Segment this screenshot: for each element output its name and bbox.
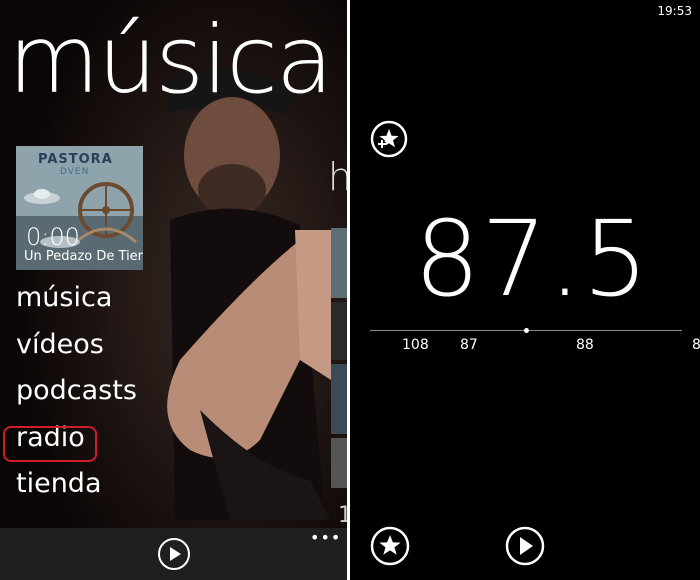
- frequency-display: 87.5: [414, 198, 650, 320]
- now-playing-tile[interactable]: PASTORA DVEN 0:00 Un Pedazo De Tier: [16, 146, 143, 270]
- menu-item-videos[interactable]: vídeos: [16, 331, 137, 378]
- next-panel-peek-number: 1: [338, 503, 347, 528]
- menu-item-tienda[interactable]: tienda: [16, 470, 137, 517]
- menu-item-musica[interactable]: música: [16, 284, 137, 331]
- dial-label: 88: [576, 337, 594, 353]
- add-favorite-icon[interactable]: [370, 120, 408, 158]
- album-artist: PASTORA: [38, 152, 113, 167]
- hub-title: música: [8, 6, 334, 115]
- status-clock: 19:53: [657, 4, 692, 18]
- album-subtitle: DVEN: [60, 167, 90, 177]
- hub-menu: música vídeos podcasts radio tienda: [16, 284, 137, 517]
- dial-label: 8: [692, 337, 700, 353]
- next-panel-peek: h: [328, 155, 347, 199]
- dial-label: 108: [402, 337, 429, 353]
- more-options-button[interactable]: •••: [310, 528, 341, 547]
- song-title: Un Pedazo De Tier: [24, 249, 143, 264]
- star-icon[interactable]: [370, 526, 410, 566]
- play-icon[interactable]: [157, 537, 191, 571]
- elapsed-time: 0:00: [26, 223, 80, 251]
- play-icon[interactable]: [505, 526, 545, 566]
- music-hub-pane: música h PASTORA DVEN 0:00 Un Pedazo De …: [0, 0, 347, 580]
- radio-pane: 19:53 87.5 108 87 88 8: [350, 0, 700, 580]
- dial-label: 87: [460, 337, 478, 353]
- menu-item-podcasts[interactable]: podcasts: [16, 377, 137, 424]
- tuner-indicator: [524, 328, 529, 333]
- radio-highlight-outline: [3, 426, 97, 462]
